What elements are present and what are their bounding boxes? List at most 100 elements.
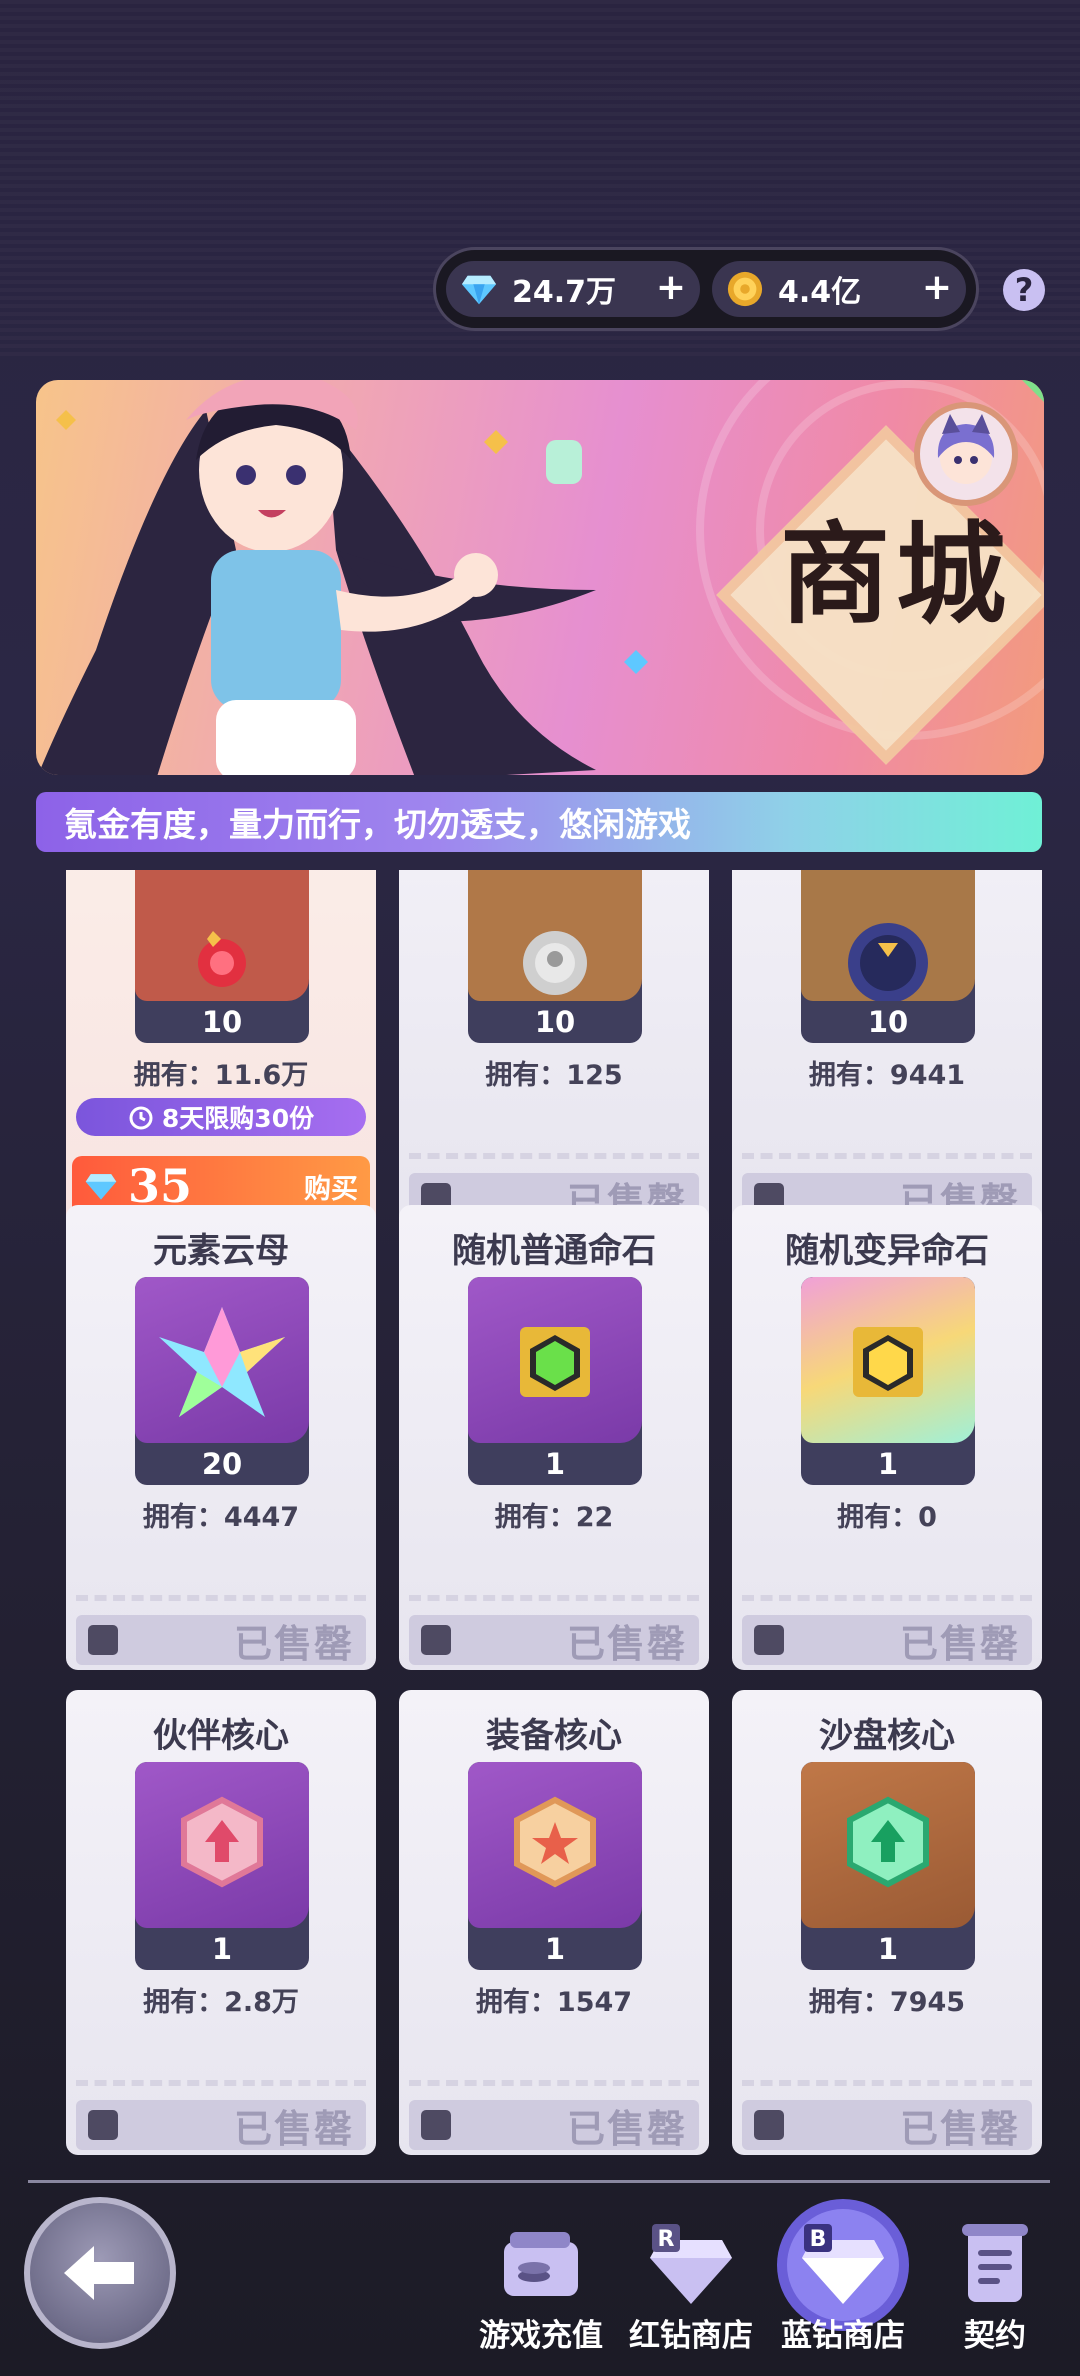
item-art xyxy=(801,870,975,1003)
red-shop-letter: R xyxy=(658,2227,675,2252)
item-art xyxy=(468,1277,642,1443)
hourglass-icon xyxy=(848,923,928,1003)
shop-item-card[interactable]: 10 拥有：125 已售罄 xyxy=(399,870,709,1228)
gold-amount: 4.4亿 xyxy=(778,275,862,310)
sold-out-bar: 已售罄 xyxy=(742,1615,1032,1666)
gold-pill[interactable]: 4.4亿 + xyxy=(712,261,966,317)
item-art xyxy=(468,1762,642,1928)
notice-text: 氪金有度，量力而行，切勿透支，悠闲游戏 xyxy=(64,805,691,844)
item-image: 1 xyxy=(801,1277,975,1485)
diamond-pill[interactable]: 24.7万 + xyxy=(446,261,700,317)
card-divider xyxy=(742,1153,1032,1159)
contract-scroll-icon xyxy=(962,2224,1028,2302)
shop-grid: 10 拥有：11.6万 8天限购30份 35 购买 10 拥有：125 已售罄 … xyxy=(0,870,1080,2160)
shop-item-card[interactable]: 伙伴核心 1 拥有：2.8万 已售罄 xyxy=(66,1690,376,2155)
back-button[interactable] xyxy=(24,2197,176,2349)
item-name: 元素云母 xyxy=(153,1231,289,1271)
sold-out-label: 已售罄 xyxy=(566,1620,687,1666)
item-image: 1 xyxy=(801,1762,975,1970)
diamond-icon xyxy=(85,1174,117,1200)
item-quantity: 1 xyxy=(544,1932,566,1966)
sold-out-checkbox xyxy=(754,1625,784,1655)
item-name: 随机普通命石 xyxy=(452,1231,656,1271)
item-image: 1 xyxy=(468,1277,642,1485)
card-divider xyxy=(409,1153,699,1159)
item-name: 随机变异命石 xyxy=(785,1231,989,1271)
item-image: 10 xyxy=(135,870,309,1043)
wallet-icon xyxy=(504,2232,578,2296)
gold-coin-icon xyxy=(727,271,763,307)
item-art xyxy=(135,870,309,1001)
card-divider xyxy=(76,2080,366,2086)
partner-core-icon xyxy=(181,1796,263,1888)
card-divider xyxy=(409,1595,699,1601)
shop-girl-illustration xyxy=(38,380,648,775)
card-divider xyxy=(742,2080,1032,2086)
owned-count: 拥有：125 xyxy=(485,1060,623,1091)
shop-item-card[interactable]: 10 拥有：11.6万 8天限购30份 35 购买 xyxy=(66,870,376,1228)
back-arrow-icon xyxy=(64,2246,134,2300)
shop-item-card[interactable]: 装备核心 1 拥有：1547 已售罄 xyxy=(399,1690,709,2155)
item-image: 10 xyxy=(801,870,975,1043)
item-quantity: 1 xyxy=(877,1932,899,1966)
yellow-gem-icon xyxy=(853,1327,923,1397)
sold-out-label: 已售罄 xyxy=(899,2105,1020,2151)
item-quantity: 1 xyxy=(544,1447,566,1481)
item-name: 伙伴核心 xyxy=(153,1716,289,1756)
owned-count: 拥有：11.6万 xyxy=(133,1060,309,1091)
item-art xyxy=(801,1762,975,1928)
sold-out-label: 已售罄 xyxy=(899,1620,1020,1666)
card-divider xyxy=(409,2080,699,2086)
equipment-core-icon xyxy=(514,1796,596,1888)
mascot-avatar[interactable] xyxy=(914,402,1018,506)
sold-out-label: 已售罄 xyxy=(233,2105,354,2151)
shop-item-card[interactable]: 随机普通命石 1 拥有：22 已售罄 xyxy=(399,1205,709,1670)
shop-item-card[interactable]: 元素云母 20 拥有：4447 已售罄 xyxy=(66,1205,376,1670)
currency-bar: 24.7万 + 4.4亿 + xyxy=(433,247,979,331)
item-name: 沙盘核心 xyxy=(819,1716,955,1756)
owned-count: 拥有：22 xyxy=(494,1502,614,1533)
card-divider xyxy=(76,1595,366,1601)
add-gold-button[interactable]: + xyxy=(922,267,952,308)
shop-item-card[interactable]: 10 拥有：9441 已售罄 xyxy=(732,870,1042,1228)
diamond-icon xyxy=(461,275,497,305)
nav-recharge[interactable]: 游戏充值 xyxy=(466,2210,616,2360)
help-button[interactable]: ? xyxy=(1003,269,1045,311)
shop-item-card[interactable]: 随机变异命石 1 拥有：0 已售罄 xyxy=(732,1205,1042,1670)
shop-item-card[interactable]: 沙盘核心 1 拥有：7945 已售罄 xyxy=(732,1690,1042,2155)
sold-out-bar: 已售罄 xyxy=(409,2100,699,2151)
item-quantity: 1 xyxy=(211,1932,233,1966)
sold-out-checkbox xyxy=(88,2110,118,2140)
owned-count: 拥有：9441 xyxy=(808,1060,966,1091)
purchase-limit-badge: 8天限购30份 xyxy=(76,1098,366,1136)
item-quantity: 20 xyxy=(201,1447,243,1481)
blue-shop-letter: B xyxy=(810,2227,827,2252)
item-image: 10 xyxy=(468,870,642,1043)
item-name: 装备核心 xyxy=(486,1716,622,1756)
sold-out-checkbox xyxy=(421,1625,451,1655)
sold-out-bar: 已售罄 xyxy=(76,1615,366,1666)
nav-red-diamond-shop[interactable]: R 红钻商店 xyxy=(616,2210,766,2360)
sold-out-bar: 已售罄 xyxy=(742,2100,1032,2151)
item-quantity: 1 xyxy=(877,1447,899,1481)
nav-contract[interactable]: 契约 xyxy=(920,2210,1070,2360)
diamond-amount: 24.7万 xyxy=(512,275,617,310)
owned-count: 拥有：0 xyxy=(837,1502,937,1533)
sold-out-bar: 已售罄 xyxy=(76,2100,366,2151)
owned-count: 拥有：2.8万 xyxy=(143,1987,299,2018)
nav-recharge-label: 游戏充值 xyxy=(479,2318,603,2354)
blue-diamond-shop-icon: B xyxy=(802,2224,884,2304)
red-diamond-shop-icon: R xyxy=(650,2224,732,2304)
mascot-avatar-icon xyxy=(937,414,995,484)
clock-icon xyxy=(129,1106,153,1130)
card-divider xyxy=(742,1595,1032,1601)
spending-notice: 氪金有度，量力而行，切勿透支，悠闲游戏 xyxy=(36,792,1042,852)
nav-blue-diamond-shop[interactable]: B 蓝钻商店 xyxy=(768,2199,918,2360)
sold-out-label: 已售罄 xyxy=(233,1620,354,1666)
sold-out-bar: 已售罄 xyxy=(409,1615,699,1666)
owned-count: 拥有：1547 xyxy=(475,1987,633,2018)
add-diamond-button[interactable]: + xyxy=(656,267,686,308)
sold-out-label: 已售罄 xyxy=(566,2105,687,2151)
item-art xyxy=(801,1277,975,1443)
item-image: 1 xyxy=(468,1762,642,1970)
